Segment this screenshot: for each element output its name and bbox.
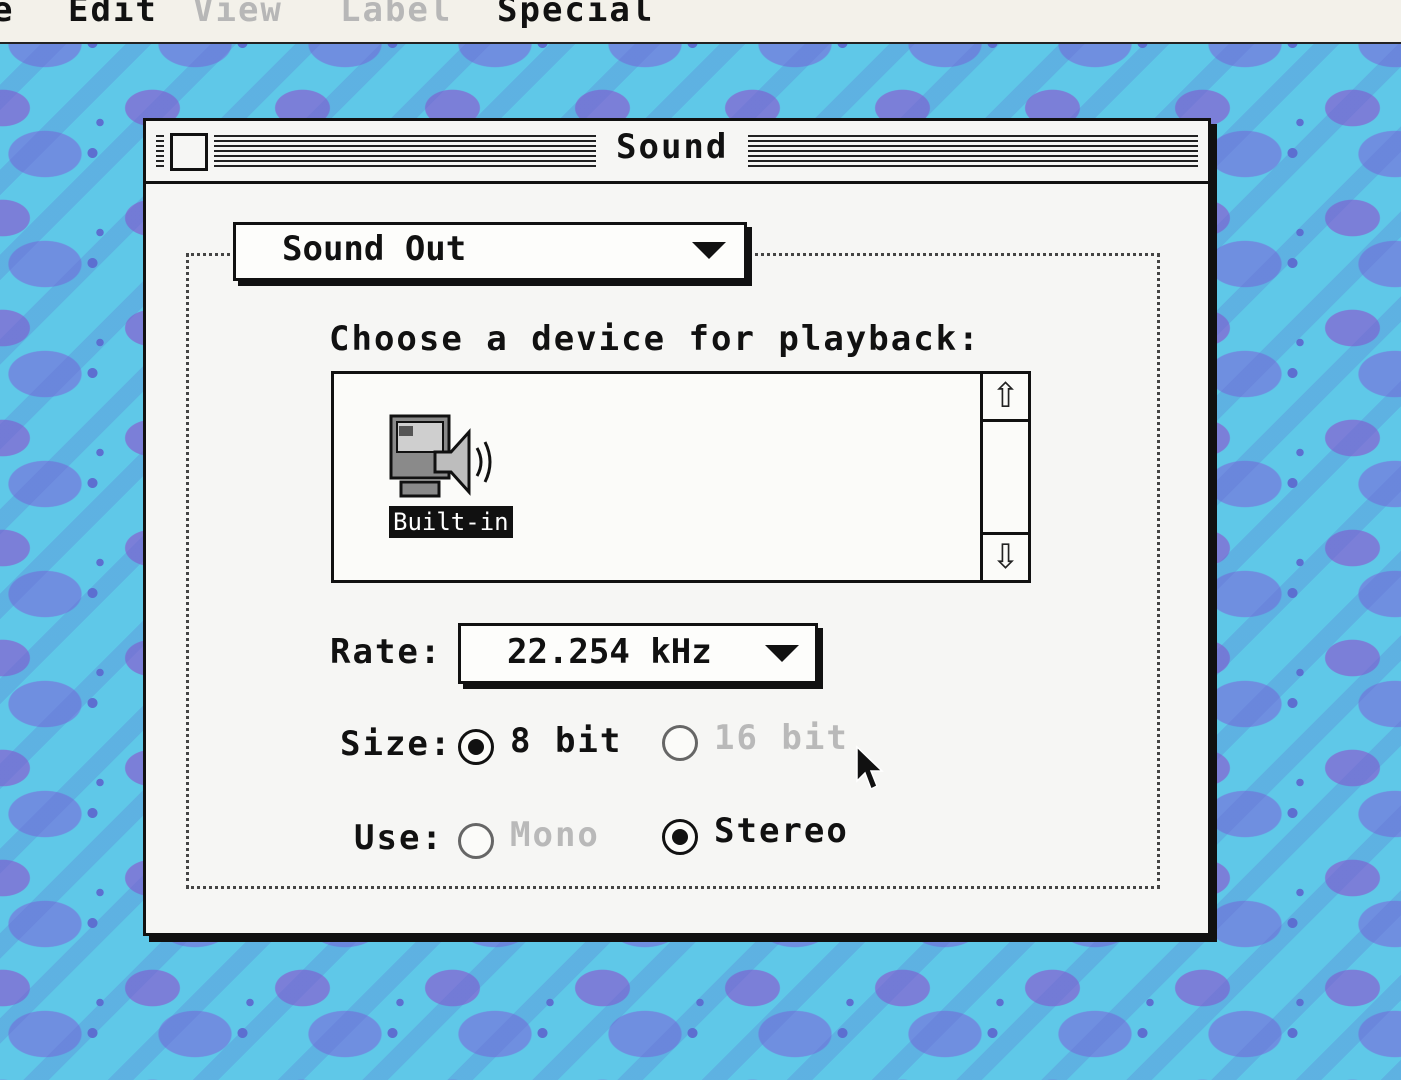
menu-label[interactable]: Label xyxy=(340,0,452,30)
close-box-icon[interactable] xyxy=(170,133,208,171)
triangle-down-icon xyxy=(692,242,726,259)
rate-label: Rate: xyxy=(330,632,443,672)
device-list-scrollbar[interactable]: ⇧ ⇩ xyxy=(980,374,1028,580)
arrow-up-icon[interactable]: ⇧ xyxy=(983,374,1028,422)
use-mono-label[interactable]: Mono xyxy=(510,815,600,855)
device-name: Built-in xyxy=(389,506,513,538)
device-list[interactable]: Built-in ⇧ ⇩ xyxy=(331,371,1031,583)
window-title: Sound xyxy=(596,127,749,167)
menu-edit[interactable]: Edit xyxy=(68,0,158,30)
use-mono-radio[interactable] xyxy=(458,823,494,859)
rate-popup-menu[interactable]: 22.254 kHz xyxy=(458,623,818,684)
menu-special[interactable]: Special xyxy=(497,0,654,30)
size-label: Size: xyxy=(340,724,453,764)
size-8bit-radio[interactable] xyxy=(458,729,494,765)
size-16bit-radio[interactable] xyxy=(662,725,698,761)
menu-file[interactable]: e xyxy=(0,0,14,30)
title-bar[interactable]: Sound xyxy=(146,121,1208,184)
panel-popup-menu[interactable]: Sound Out xyxy=(233,222,747,281)
use-stereo-label[interactable]: Stereo xyxy=(714,811,849,851)
triangle-down-icon xyxy=(765,645,799,662)
device-item-built-in[interactable]: Built-in xyxy=(389,414,513,544)
menu-bar: e Edit View Label Special xyxy=(0,0,1401,44)
speaker-computer-icon xyxy=(389,414,492,498)
use-label: Use: xyxy=(354,818,444,858)
sound-window: Sound Sound Out Choose a device for play… xyxy=(143,118,1211,936)
device-prompt: Choose a device for playback: xyxy=(329,319,981,359)
size-16bit-label[interactable]: 16 bit xyxy=(714,718,849,758)
rate-popup-label: 22.254 kHz xyxy=(507,632,712,672)
use-stereo-radio[interactable] xyxy=(662,819,698,855)
pointer-cursor-icon xyxy=(856,745,884,791)
panel-popup-label: Sound Out xyxy=(282,229,467,269)
arrow-down-icon[interactable]: ⇩ xyxy=(983,532,1028,580)
menu-view[interactable]: View xyxy=(193,0,283,30)
size-8bit-label[interactable]: 8 bit xyxy=(510,721,622,761)
